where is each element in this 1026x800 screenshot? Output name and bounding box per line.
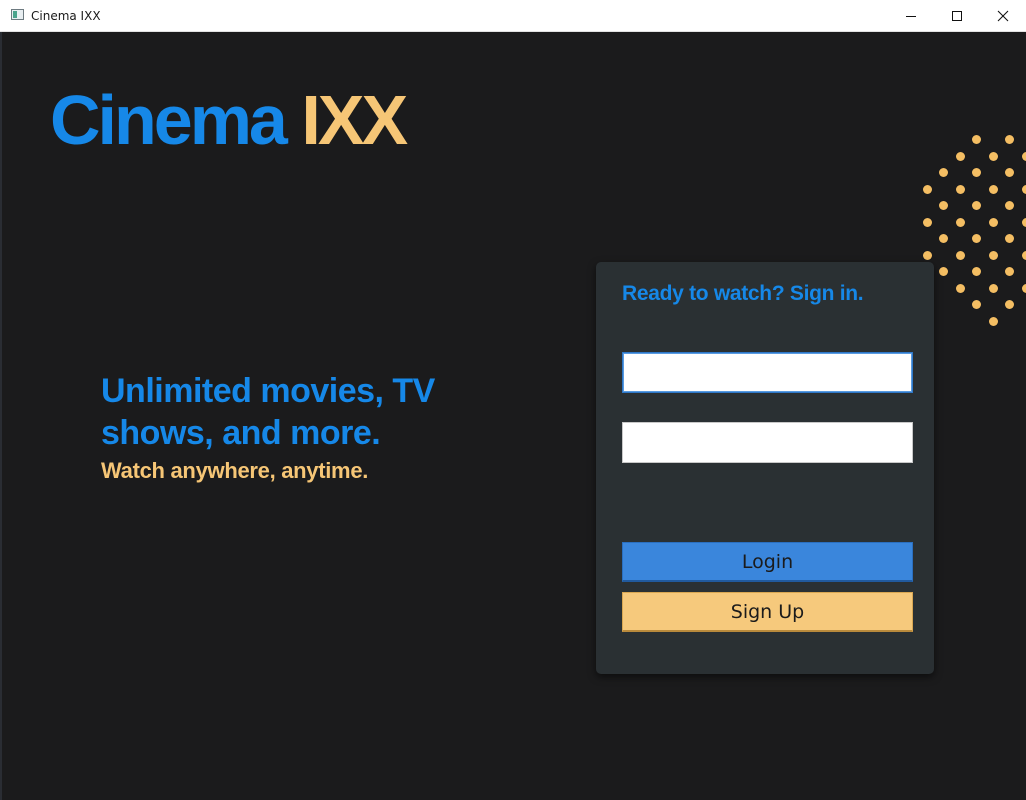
decorative-dot xyxy=(988,217,998,227)
decorative-dot xyxy=(1021,250,1026,260)
decorative-dot xyxy=(922,184,932,194)
app-window-icon xyxy=(11,9,24,20)
decorative-dot xyxy=(939,267,948,276)
minimize-icon xyxy=(906,15,916,17)
decorative-dot xyxy=(1005,300,1014,309)
decorative-dot xyxy=(955,217,965,227)
login-card-title: Ready to watch? Sign in. xyxy=(622,282,864,305)
decorative-dot xyxy=(972,168,981,177)
decorative-dot xyxy=(972,201,981,210)
decorative-dot xyxy=(1005,267,1014,276)
decorative-dot xyxy=(972,135,981,144)
decorative-dot xyxy=(1021,283,1026,293)
decorative-dot xyxy=(955,151,965,161)
decorative-dot xyxy=(1005,234,1014,243)
window-frame-edge xyxy=(0,32,2,800)
decorative-dot xyxy=(988,283,998,293)
brand-logo: Cinema IXX xyxy=(50,80,408,160)
decorative-dot xyxy=(939,201,948,210)
login-card: Ready to watch? Sign in. Login Sign Up xyxy=(596,262,934,674)
hero-subline: Watch anywhere, anytime. xyxy=(101,458,369,483)
close-button[interactable] xyxy=(980,0,1026,31)
brand-logo-word-cinema: Cinema xyxy=(50,81,288,159)
decorative-dot xyxy=(988,250,998,260)
decorative-dot xyxy=(955,184,965,194)
decorative-dot xyxy=(988,316,998,326)
decorative-dot xyxy=(972,300,981,309)
password-field[interactable] xyxy=(622,422,913,463)
decorative-dot xyxy=(939,168,948,177)
brand-logo-word-ixx: IXX xyxy=(301,81,408,159)
decorative-dot xyxy=(972,234,981,243)
decorative-dot xyxy=(1021,151,1026,161)
decorative-dot xyxy=(972,267,981,276)
maximize-icon xyxy=(952,10,962,21)
minimize-button[interactable] xyxy=(888,0,934,31)
decorative-dot-pattern xyxy=(920,130,1026,340)
maximize-button[interactable] xyxy=(934,0,980,31)
decorative-dot xyxy=(1021,184,1026,194)
decorative-dot xyxy=(1005,201,1014,210)
decorative-dot xyxy=(1021,217,1026,227)
login-button[interactable]: Login xyxy=(622,542,913,582)
decorative-dot xyxy=(1005,168,1014,177)
decorative-dot xyxy=(955,250,965,260)
decorative-dot xyxy=(988,184,998,194)
decorative-dot xyxy=(922,250,932,260)
window-titlebar[interactable]: Cinema IXX xyxy=(0,0,1026,32)
decorative-dot xyxy=(1005,135,1014,144)
signup-button[interactable]: Sign Up xyxy=(622,592,913,632)
decorative-dot xyxy=(922,217,932,227)
window-title: Cinema IXX xyxy=(31,9,101,23)
hero-headline: Unlimited movies, TV shows, and more. xyxy=(101,372,435,452)
decorative-dot xyxy=(988,151,998,161)
decorative-dot xyxy=(939,234,948,243)
decorative-dot xyxy=(955,283,965,293)
close-icon xyxy=(997,10,1009,21)
username-field[interactable] xyxy=(622,352,913,393)
